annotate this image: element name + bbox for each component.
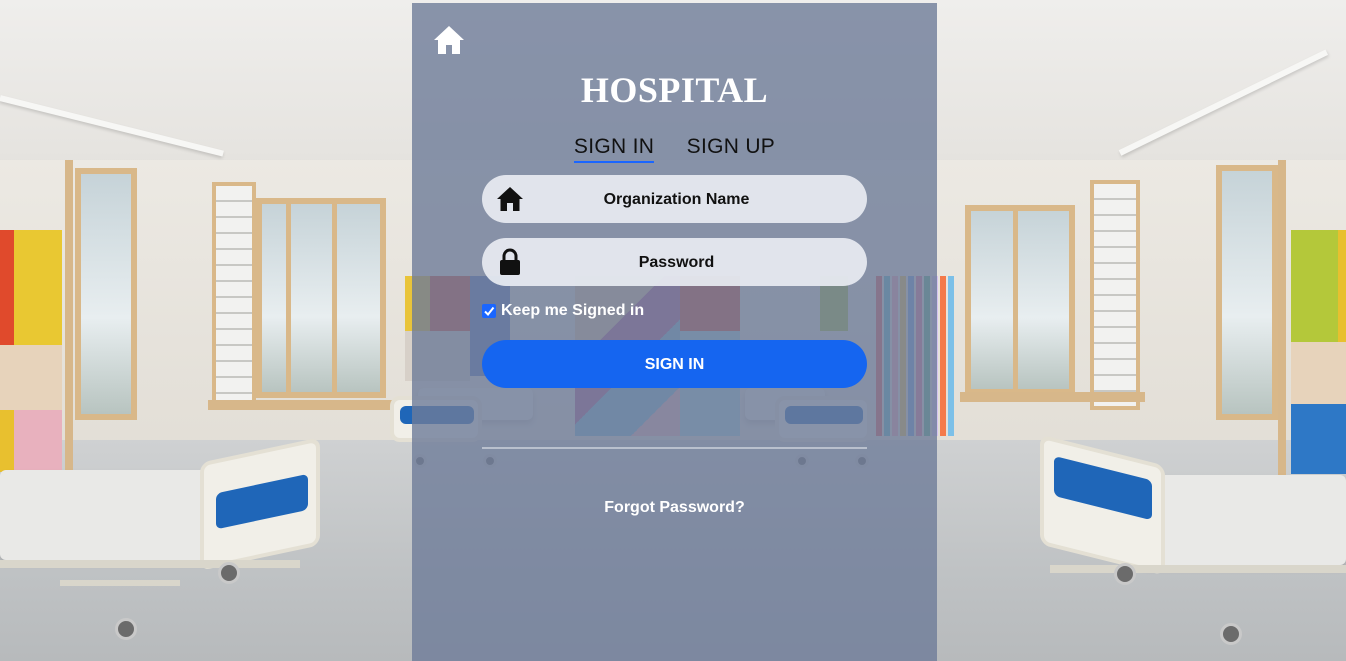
tab-sign-up[interactable]: SIGN UP <box>687 135 775 161</box>
forgot-password-link[interactable]: Forgot Password? <box>412 499 937 517</box>
password-input[interactable] <box>532 238 821 288</box>
lock-icon <box>496 248 524 276</box>
password-field <box>482 238 867 288</box>
sign-in-button[interactable]: SIGN IN <box>482 340 867 388</box>
divider <box>482 447 867 449</box>
keep-signed-in-label[interactable]: Keep me Signed in <box>501 302 644 320</box>
login-panel: HOSPITAL SIGN IN SIGN UP Keep me Signed … <box>412 3 937 661</box>
home-icon <box>496 185 524 213</box>
app-title: HOSPITAL <box>580 70 769 110</box>
tab-sign-in[interactable]: SIGN IN <box>573 135 655 163</box>
organization-field <box>482 175 867 225</box>
home-icon[interactable] <box>432 23 466 57</box>
keep-signed-in-checkbox[interactable] <box>482 304 496 318</box>
organization-name-input[interactable] <box>532 175 821 225</box>
keep-signed-in: Keep me Signed in <box>482 301 644 321</box>
auth-tabs: SIGN IN SIGN UP <box>412 135 937 163</box>
check-icon <box>484 306 495 317</box>
